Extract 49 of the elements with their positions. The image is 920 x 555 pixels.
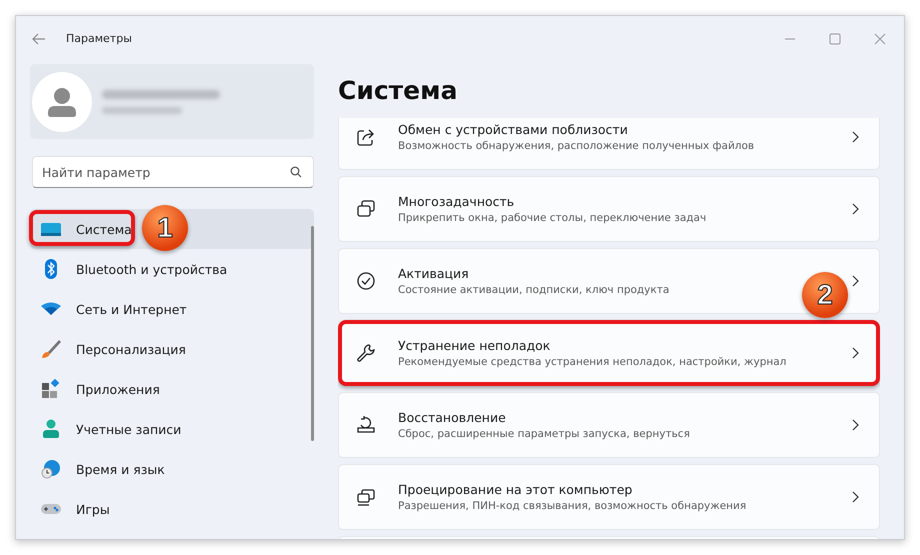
page-title: Система	[338, 75, 458, 107]
chevron-icon	[851, 203, 859, 215]
windows-icon	[356, 199, 376, 219]
check-icon	[356, 271, 376, 291]
chevron-icon	[851, 491, 859, 503]
window-title: Параметры	[66, 32, 132, 45]
setting-title: Многозадачность	[398, 194, 514, 209]
setting-description: Сброс, расширенные параметры запуска, вернуться	[398, 428, 690, 440]
search-field[interactable]: Найти параметр	[32, 156, 314, 188]
profile-card[interactable]	[30, 64, 314, 139]
chevron-icon	[851, 131, 859, 143]
setting-description: Возможность обнаружения, расположение полученных файлов	[398, 140, 754, 152]
search-icon	[290, 166, 302, 178]
sidebar-item[interactable]: Игры	[30, 489, 314, 529]
setting-card[interactable]: Обмен с устройствами поблизости Возможность обнаружения, расположение полученных файлов	[338, 118, 880, 170]
apps-icon	[40, 379, 62, 399]
chevron-icon	[851, 419, 859, 431]
sidebar-item[interactable]: Время и язык	[30, 449, 314, 489]
step-badge: 1	[142, 205, 188, 251]
setting-card[interactable]: Восстановление Сброс, расширенные параметры запуска, вернуться	[338, 392, 880, 458]
sidebar-item[interactable]: Учетные записи	[30, 409, 314, 449]
close-icon[interactable]	[874, 32, 886, 44]
sidebar-item[interactable]: Персонализация	[30, 329, 314, 369]
brush-icon	[40, 339, 62, 359]
maximize-icon[interactable]	[829, 32, 841, 44]
wrench-icon	[356, 343, 376, 363]
back-arrow-icon[interactable]	[32, 32, 46, 44]
project-icon	[356, 487, 376, 507]
avatar-icon	[32, 72, 92, 132]
globe-icon	[40, 459, 62, 479]
sidebar-item[interactable]: Bluetooth и устройства	[30, 249, 314, 289]
setting-description: Рекомендуемые средства устранения неполадок, настройки, журнал	[398, 356, 786, 368]
scrollbar[interactable]	[311, 226, 314, 441]
setting-description: Разрешения, ПИН-код связывания, возможность обнаружения	[398, 500, 746, 512]
sidebar-item[interactable]: Сеть и Интернет	[30, 289, 314, 329]
chevron-icon	[851, 275, 859, 287]
chevron-icon	[851, 347, 859, 359]
sidebar-item[interactable]: Приложения	[30, 369, 314, 409]
setting-title: Устранение неполадок	[398, 338, 550, 353]
recovery-icon	[356, 415, 376, 435]
setting-title: Обмен с устройствами поблизости	[398, 122, 628, 137]
setting-description: Состояние активации, подписки, ключ продукта	[398, 284, 670, 296]
setting-description: Прикрепить окна, рабочие столы, переключение задач	[398, 212, 706, 224]
setting-title: Восстановление	[398, 410, 506, 425]
setting-card[interactable]: Проецирование на этот компьютер Разрешения, ПИН-код связывания, возможность обнаружения	[338, 464, 880, 530]
setting-title: Проецирование на этот компьютер	[398, 482, 632, 497]
person-icon	[40, 419, 62, 439]
setting-card[interactable]: Многозадачность Прикрепить окна, рабочие столы, переключение задач	[338, 176, 880, 242]
share-icon	[356, 127, 376, 147]
